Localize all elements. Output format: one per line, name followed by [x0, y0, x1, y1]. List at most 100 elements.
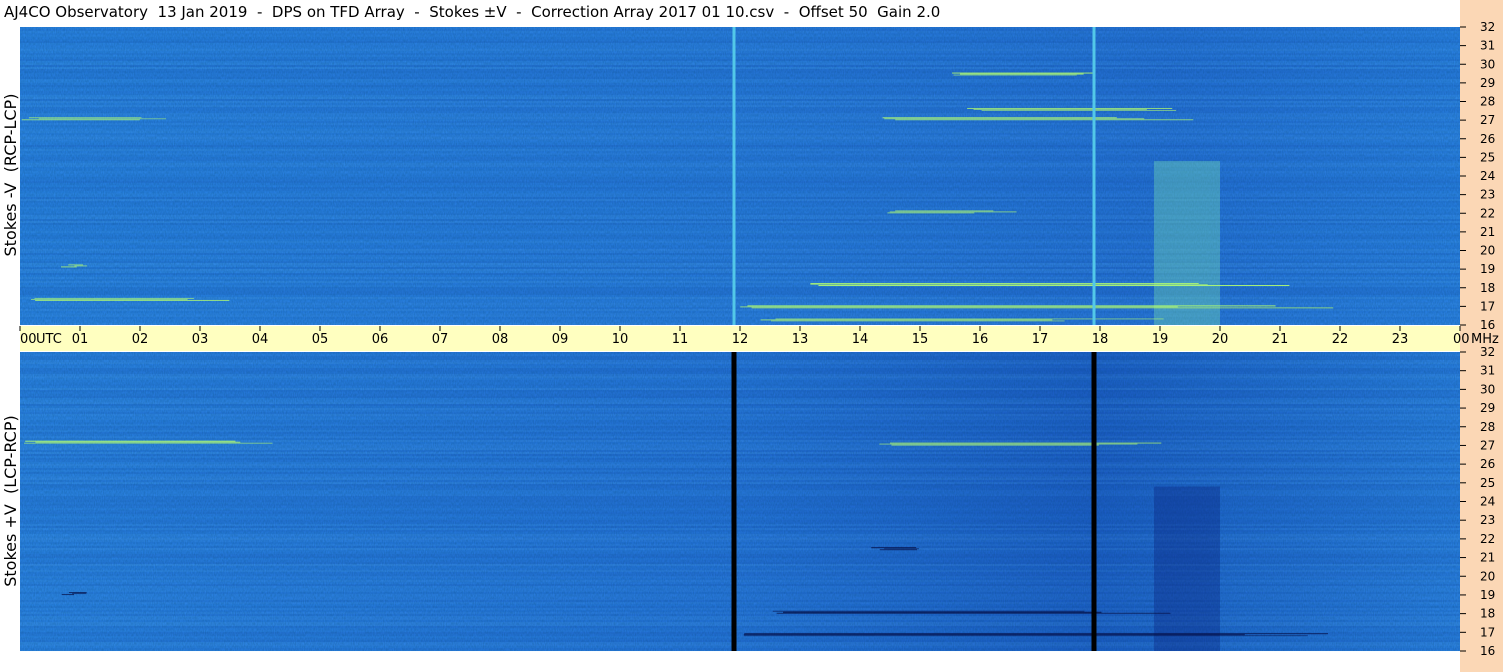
heatmap-feature	[74, 265, 88, 267]
mhz-tick-label: 22	[1480, 532, 1495, 546]
lower-panel: 32 31 30 29 28 27 26 25 24 23 22 21 20 19 18 17 16	[20, 345, 1495, 658]
heatmap-feature	[879, 549, 917, 551]
heatmap-feature	[952, 72, 1096, 74]
utc-tick-label: 11	[672, 332, 689, 347]
heatmap-feature	[743, 634, 1245, 636]
heatmap-feature	[24, 442, 273, 444]
heatmap-feature	[68, 592, 87, 594]
mhz-tick-label: 28	[1480, 95, 1495, 109]
utc-tick-label: 00	[20, 332, 37, 347]
heatmap-feature	[891, 444, 1099, 446]
vertical-marker-line	[1092, 27, 1096, 325]
mhz-tick-label: 32	[1480, 20, 1495, 34]
mhz-tick-label: 31	[1480, 364, 1495, 378]
heatmap-feature	[973, 108, 1147, 110]
utc-tick-label: 04	[252, 332, 269, 347]
upper-panel: 32 31 30 29 28 27 26 25 24 23 22 21 20 19 18 17 16	[20, 20, 1495, 332]
heatmap-feature	[776, 612, 1171, 614]
heatmap-feature	[895, 119, 1194, 121]
utc-tick-label: 21	[1272, 332, 1289, 347]
utc-tick-label: 08	[492, 332, 509, 347]
utc-tick-label: 00	[1453, 332, 1470, 347]
mhz-tick-label: 27	[1480, 113, 1495, 127]
heatmap-feature	[967, 107, 1173, 109]
heatmap-feature	[60, 266, 77, 268]
mhz-tick-label: 25	[1480, 150, 1495, 164]
utc-tick-label: 01	[72, 332, 89, 347]
heatmap-feature	[747, 305, 1276, 307]
heatmap-feature	[810, 284, 1208, 286]
mhz-tick-label: 30	[1480, 382, 1495, 396]
utc-tick-label: 14	[852, 332, 869, 347]
mhz-tick-label: 17	[1480, 625, 1495, 639]
heatmap-feature	[871, 547, 917, 549]
mhz-tick-label: 18	[1480, 281, 1495, 295]
heatmap-feature	[775, 318, 1164, 320]
mhz-tick-label: 26	[1480, 132, 1495, 146]
heatmap-feature	[889, 211, 1017, 213]
heatmap-feature	[887, 212, 975, 214]
heatmap-feature	[38, 118, 167, 120]
heatmap-feature	[981, 109, 1177, 111]
heatmap-feature	[744, 633, 1329, 635]
spectrogram-figure: 3231302928272625242322212019181716 32313…	[0, 20, 1499, 658]
heatmap-feature	[884, 118, 1145, 120]
mhz-tick-label: 31	[1480, 39, 1495, 53]
mhz-tick-label: 16	[1480, 318, 1495, 332]
utc-tick-label: 20	[1212, 332, 1229, 347]
heatmap-feature	[34, 297, 194, 299]
utc-tick-label: 05	[312, 332, 329, 347]
heatmap-feature	[770, 320, 1065, 322]
mhz-tick-label: 29	[1480, 401, 1495, 415]
heatmap-feature	[818, 285, 1290, 287]
utc-tick-label: 13	[792, 332, 809, 347]
burst-column	[1154, 161, 1220, 325]
mhz-tick-label: 18	[1480, 607, 1495, 621]
mhz-tick-label: 22	[1480, 206, 1495, 220]
mhz-unit-label: MHz	[1471, 332, 1499, 347]
heatmap-feature	[21, 119, 140, 121]
heatmap-feature	[25, 440, 236, 442]
mhz-tick-label: 17	[1480, 299, 1495, 313]
heatmap-feature	[35, 441, 241, 443]
utc-tick-label: 07	[432, 332, 449, 347]
mhz-tick-label: 32	[1480, 345, 1495, 359]
heatmap-feature	[953, 74, 1077, 76]
heatmap-feature	[895, 210, 994, 212]
heatmap-feature	[760, 319, 1053, 321]
heatmap-feature	[884, 548, 919, 550]
utc-tick-label: 03	[192, 332, 209, 347]
mhz-tick-label: 19	[1480, 588, 1495, 602]
utc-time-axis: 00 01 02 03 04 05 06 07 08 09 10 11 12 13 14 15 16 17 18 19…	[0, 326, 1499, 351]
heatmap-feature	[783, 611, 1102, 613]
heatmap-feature	[751, 307, 1334, 309]
mhz-tick-label: 16	[1480, 644, 1495, 658]
utc-tick-label: 23	[1392, 332, 1409, 347]
heatmap-feature	[72, 593, 87, 595]
heatmap-feature	[960, 73, 1084, 75]
heatmap-noise	[20, 352, 1460, 651]
heatmap-feature	[31, 298, 188, 300]
mhz-tick-label: 23	[1480, 188, 1495, 202]
heatmap-feature	[68, 264, 83, 266]
time-band-background	[0, 326, 1460, 351]
utc-unit-label: UTC	[36, 332, 62, 347]
utc-tick-label: 12	[732, 332, 749, 347]
utc-tick-label: 02	[132, 332, 149, 347]
mhz-tick-label: 20	[1480, 569, 1495, 583]
utc-tick-label: 22	[1332, 332, 1349, 347]
vertical-marker-line	[732, 27, 736, 325]
utc-tick-label: 19	[1152, 332, 1169, 347]
utc-tick-label: 10	[612, 332, 629, 347]
heatmap-feature	[740, 306, 1178, 308]
heatmap-feature	[35, 299, 230, 301]
utc-tick-label: 16	[972, 332, 989, 347]
vertical-marker-line	[1091, 352, 1097, 651]
heatmap-feature	[810, 283, 1199, 285]
mhz-tick-label: 26	[1480, 457, 1495, 471]
mhz-tick-label: 25	[1480, 476, 1495, 490]
mhz-tick-label: 19	[1480, 262, 1495, 276]
heatmap-feature	[890, 442, 1162, 444]
utc-tick-label: 09	[552, 332, 569, 347]
mhz-tick-label: 24	[1480, 169, 1495, 183]
